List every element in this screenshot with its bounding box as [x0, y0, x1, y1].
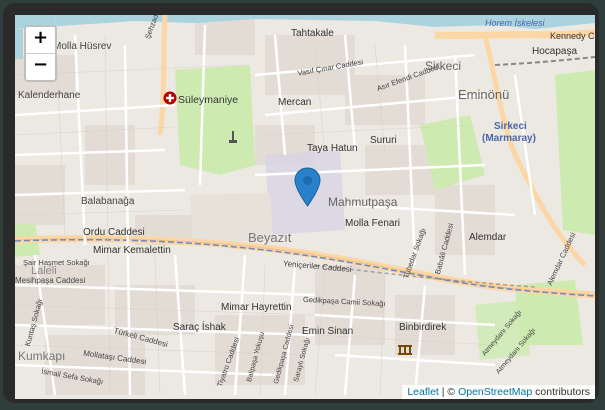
label-beyazit: Beyazıt [248, 230, 292, 245]
label-mahmutpasa: Mahmutpaşa [328, 195, 398, 209]
attribution: Leaflet | © OpenStreetMap contributors [402, 385, 595, 399]
label-mercan: Mercan [278, 97, 312, 108]
label-sirkeci-marmaray-1: Sirkeci [494, 121, 527, 132]
map-frame: Horem İskelesi Tahtakale Kennedy C Molla… [3, 3, 599, 403]
label-kumkapi: Kumkapı [18, 349, 66, 363]
attribution-contributors: contributors [532, 386, 590, 398]
monument-icon [229, 131, 237, 143]
map-marker-icon[interactable] [294, 167, 321, 207]
label-sarac-ishak: Saraç İshak [173, 322, 226, 333]
label-sururi: Sururi [370, 135, 397, 146]
zoom-out-button[interactable]: − [26, 53, 55, 80]
label-tahtakale: Tahtakale [291, 28, 334, 39]
archaeological-site-icon [398, 345, 412, 355]
label-taya-hatun: Taya Hatun [307, 143, 358, 154]
zoom-in-button[interactable]: + [26, 27, 55, 53]
label-mesihpasa: Mesihpaşa Caddesi [15, 276, 86, 285]
hospital-icon [163, 91, 177, 105]
label-hocapasa: Hocapaşa [532, 46, 578, 57]
label-mimar-kemalettin: Mimar Kemalettin [93, 245, 171, 256]
label-sirkeci-marmaray-2: (Marmaray) [482, 133, 536, 144]
label-eminonu: Eminönü [458, 87, 510, 102]
zoom-control: + − [24, 25, 57, 82]
label-suleymaniye: Süleymaniye [178, 94, 239, 106]
label-alemdar: Alemdar [469, 232, 507, 243]
leaflet-link[interactable]: Leaflet [407, 386, 439, 398]
label-sirkeci: Sirkeci [425, 59, 462, 73]
label-kennedy: Kennedy C [550, 31, 595, 41]
openstreetmap-link[interactable]: OpenStreetMap [458, 386, 532, 398]
label-mimar-hayrettin: Mimar Hayrettin [221, 302, 292, 313]
label-kalenderhane: Kalenderhane [18, 90, 81, 101]
label-molla-fenari: Molla Fenari [345, 218, 401, 229]
label-balabanaga: Balabanağa [81, 196, 135, 207]
label-binbirdirek: Binbirdirek [399, 322, 447, 333]
label-emin-sinan: Emin Sinan [302, 326, 354, 337]
label-horem-iskelesi: Horem İskelesi [485, 18, 545, 28]
label-ordu-caddesi: Ordu Caddesi [83, 227, 145, 238]
page-background: Horem İskelesi Tahtakale Kennedy C Molla… [0, 0, 605, 410]
label-molla-husrev: Molla Hüsrev [53, 41, 112, 52]
attribution-separator: | © [438, 386, 459, 398]
map-container[interactable]: Horem İskelesi Tahtakale Kennedy C Molla… [15, 15, 595, 399]
